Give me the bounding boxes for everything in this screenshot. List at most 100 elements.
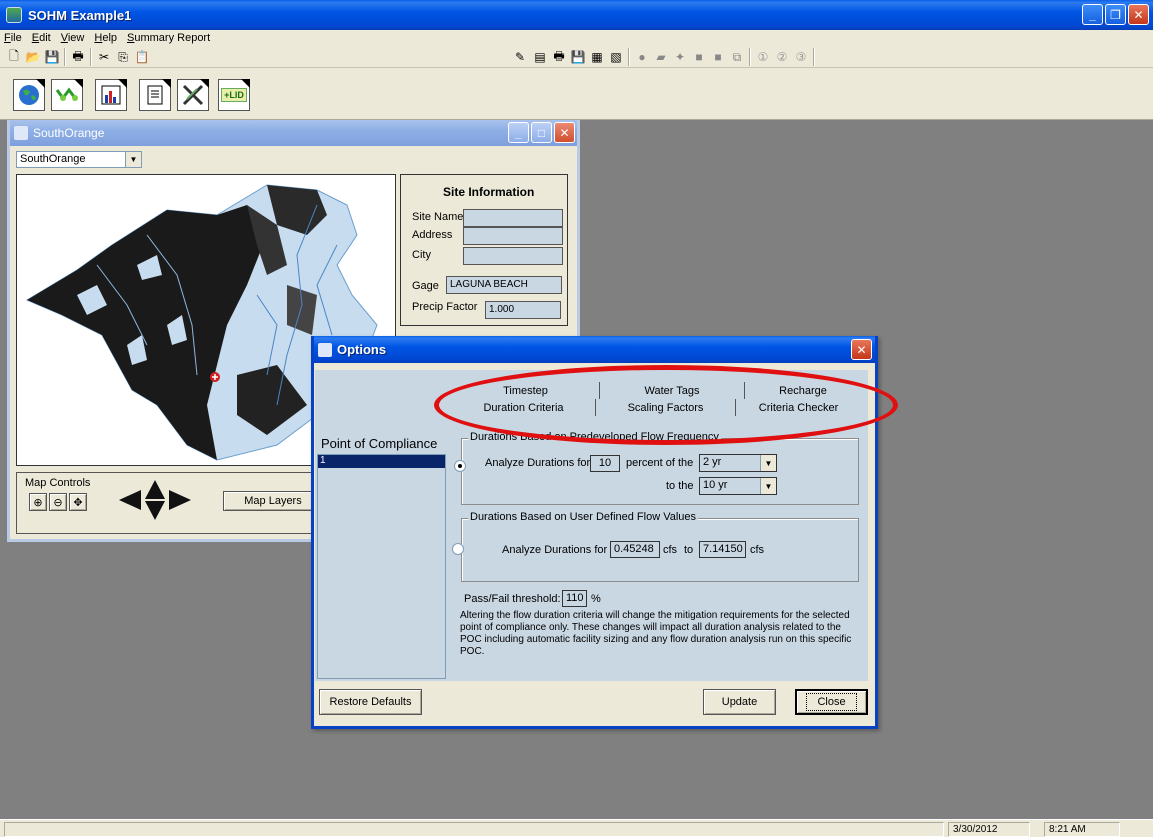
options-dialog: Options ✕ Point of Compliance 1 Timestep…	[311, 336, 878, 729]
tab-scaling-factors[interactable]: Scaling Factors	[596, 399, 736, 416]
tools-icon	[182, 84, 204, 106]
globe-button[interactable]	[13, 79, 45, 111]
precip-factor-field[interactable]: 1.000	[485, 301, 561, 319]
minimize-button[interactable]: _	[1082, 4, 1103, 25]
toolbar-separator	[64, 48, 66, 66]
threshold-label: Pass/Fail threshold:	[464, 593, 561, 605]
threshold-input[interactable]: 110	[562, 590, 587, 607]
chart-button[interactable]	[95, 79, 127, 111]
predeveloped-frequency-group: Durations Based on Predeveloped Flow Fre…	[461, 431, 859, 505]
print-icon[interactable]: 🖶	[551, 49, 567, 65]
toolbar-separator	[628, 48, 630, 66]
map-layers-button[interactable]: Map Layers	[223, 491, 323, 511]
save-icon[interactable]: 💾	[44, 49, 60, 65]
threshold-unit: %	[591, 593, 601, 605]
pan-arrows-control[interactable]	[117, 479, 193, 521]
arrow-up-icon[interactable]	[145, 480, 165, 499]
restore-defaults-button[interactable]: Restore Defaults	[319, 689, 422, 715]
from-return-period-select[interactable]: 2 yr ▼	[699, 454, 777, 472]
new-file-icon[interactable]: 🗋	[6, 49, 22, 65]
tab-duration-criteria[interactable]: Duration Criteria	[452, 399, 596, 416]
options-title-bar: Options ✕	[314, 336, 875, 363]
notes-icon[interactable]: ▤	[532, 49, 548, 65]
arrow-down-icon[interactable]	[145, 501, 165, 520]
number-one-icon: ①	[757, 50, 769, 64]
group-label: Durations Based on User Defined Flow Val…	[468, 511, 699, 523]
arrow-right-icon[interactable]	[169, 490, 191, 510]
pan-icon: ✥	[73, 496, 83, 509]
standard-toolbar: 🗋 📂 💾 🖶 ✂ ⎘ 📋 ✎ ▤ 🖶 💾 ▦ ▧ ● ▰ ✦ ■ ■ ⧉ ① …	[0, 46, 1153, 68]
copy-icon: ⧉	[732, 49, 742, 64]
tab-criteria-checker[interactable]: Criteria Checker	[736, 399, 861, 416]
cfs-label: cfs	[663, 544, 678, 556]
watershed-select-value: SouthOrange	[20, 153, 86, 165]
square-icon: ■	[695, 50, 703, 64]
close-button[interactable]: ✕	[554, 122, 575, 143]
menu-summary-report[interactable]: Summary Report	[127, 32, 210, 44]
city-label: City	[412, 249, 431, 261]
southorange-title-bar: SouthOrange _ □ ✕	[10, 120, 577, 146]
network-icon	[55, 87, 78, 101]
user-defined-radio[interactable]	[452, 543, 464, 555]
network-button[interactable]	[51, 79, 83, 111]
wand-icon: ✦	[674, 50, 686, 64]
flow-low-input[interactable]: 0.45248	[610, 541, 660, 558]
list-item[interactable]: 1	[318, 455, 445, 468]
menu-edit[interactable]: Edit	[32, 32, 51, 44]
close-button[interactable]: ✕	[851, 339, 872, 360]
arrow-left-icon[interactable]	[119, 490, 141, 510]
close-dialog-button[interactable]: Close	[795, 689, 868, 715]
site-name-field[interactable]	[463, 209, 563, 227]
poc-list[interactable]: 1	[317, 454, 446, 679]
options-title: Options	[337, 342, 387, 357]
options-panel: Timestep Water Tags Recharge Duration Cr…	[448, 370, 868, 681]
zoom-out-button[interactable]: ⊖	[49, 493, 67, 511]
paste-icon[interactable]: 📋	[134, 49, 150, 65]
tab-water-tags[interactable]: Water Tags	[600, 382, 745, 399]
folder-icon: ▰	[656, 50, 666, 64]
zoom-out-icon: ⊖	[53, 496, 63, 509]
predeveloped-radio[interactable]	[454, 460, 466, 472]
graph-icon[interactable]: ▧	[608, 49, 624, 65]
cut-icon[interactable]: ✂	[96, 49, 112, 65]
city-field[interactable]	[463, 247, 563, 265]
edit-icon[interactable]: ✎	[512, 49, 528, 65]
minimize-button[interactable]: _	[508, 122, 529, 143]
to-return-period-select[interactable]: 10 yr ▼	[699, 477, 777, 495]
menu-file[interactable]: File	[4, 32, 22, 44]
southorange-title: SouthOrange	[33, 126, 105, 140]
tab-recharge[interactable]: Recharge	[745, 382, 861, 399]
status-bar: 3/30/2012 8:21 AM	[0, 819, 1153, 837]
update-button[interactable]: Update	[703, 689, 776, 715]
gage-field[interactable]: LAGUNA BEACH	[446, 276, 562, 294]
pan-button[interactable]: ✥	[69, 493, 87, 511]
flow-high-input[interactable]: 7.14150	[699, 541, 746, 558]
close-button[interactable]: ✕	[1128, 4, 1149, 25]
window-icon	[318, 342, 332, 357]
print-icon[interactable]: 🖶	[70, 49, 86, 65]
chevron-down-icon: ▼	[760, 478, 776, 494]
percent-input[interactable]: 10	[590, 455, 620, 472]
menu-help[interactable]: Help	[94, 32, 117, 44]
app-icon	[6, 7, 22, 23]
map-controls-label: Map Controls	[25, 477, 91, 489]
zoom-in-button[interactable]: ⊕	[29, 493, 47, 511]
copy-icon[interactable]: ⎘	[115, 49, 131, 65]
watershed-select[interactable]: SouthOrange ▼	[16, 151, 142, 168]
restore-button[interactable]: ❐	[1105, 4, 1126, 25]
globe-icon	[19, 85, 39, 105]
tools-button[interactable]	[177, 79, 209, 111]
window-icon	[14, 126, 28, 140]
maximize-button[interactable]: □	[531, 122, 552, 143]
save-icon[interactable]: 💾	[570, 49, 586, 65]
group-label: Durations Based on Predeveloped Flow Fre…	[468, 431, 721, 443]
analyze-durations-label: Analyze Durations for	[502, 544, 608, 556]
address-field[interactable]	[463, 227, 563, 245]
open-folder-icon[interactable]: 📂	[25, 49, 41, 65]
lid-button[interactable]: +LID	[218, 79, 250, 111]
chevron-down-icon: ▼	[125, 152, 141, 167]
tab-timestep[interactable]: Timestep	[452, 382, 600, 399]
menu-view[interactable]: View	[61, 32, 85, 44]
report-button[interactable]	[139, 79, 171, 111]
table-icon[interactable]: ▦	[589, 49, 605, 65]
